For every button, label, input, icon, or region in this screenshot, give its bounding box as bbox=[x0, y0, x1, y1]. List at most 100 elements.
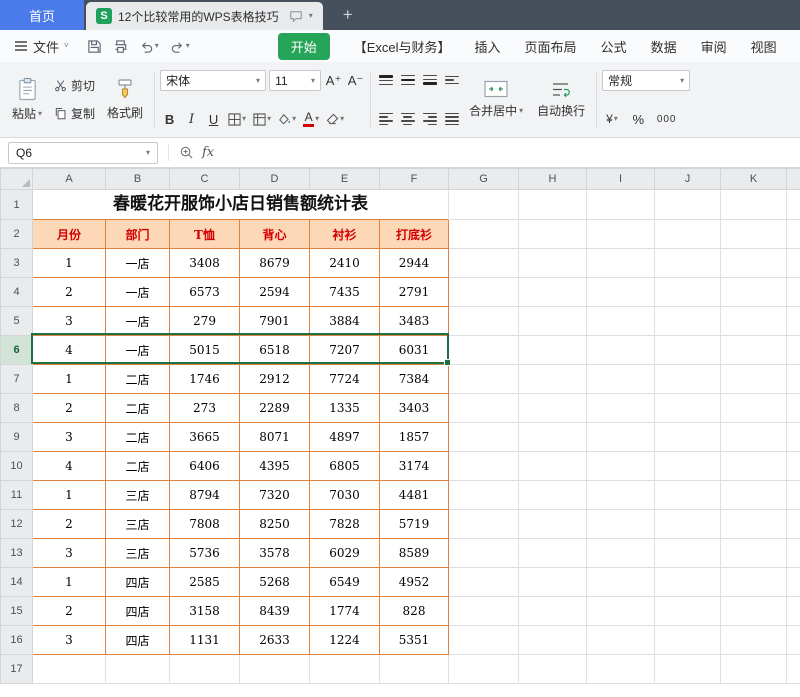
cell[interactable] bbox=[721, 423, 787, 452]
row-header[interactable]: 13 bbox=[1, 539, 33, 568]
save-button[interactable] bbox=[87, 39, 102, 54]
row-header[interactable]: 11 bbox=[1, 481, 33, 510]
cell[interactable]: 273 bbox=[170, 394, 240, 423]
cell[interactable] bbox=[787, 452, 800, 481]
cell[interactable] bbox=[655, 190, 721, 220]
cell[interactable]: 3158 bbox=[170, 597, 240, 626]
cell[interactable]: 2585 bbox=[170, 568, 240, 597]
cell[interactable] bbox=[519, 394, 587, 423]
cell[interactable] bbox=[787, 394, 800, 423]
cell[interactable]: 2633 bbox=[240, 626, 310, 655]
tab-home[interactable]: 开始 bbox=[278, 33, 330, 60]
cell[interactable]: 3483 bbox=[380, 307, 449, 336]
column-header[interactable] bbox=[787, 169, 800, 190]
cell[interactable]: 4 bbox=[33, 452, 106, 481]
cell[interactable] bbox=[519, 655, 587, 684]
cell[interactable]: 6518 bbox=[240, 336, 310, 365]
file-menu[interactable]: 文件 ˅ bbox=[10, 37, 73, 56]
cell[interactable]: 1774 bbox=[310, 597, 380, 626]
cell[interactable] bbox=[587, 510, 655, 539]
cell[interactable]: 7828 bbox=[310, 510, 380, 539]
table-header-cell[interactable]: 衬衫 bbox=[310, 220, 380, 249]
percent-button[interactable]: % bbox=[629, 109, 648, 129]
orientation-icon[interactable] bbox=[442, 70, 461, 90]
cell[interactable] bbox=[655, 597, 721, 626]
cell[interactable]: 1131 bbox=[170, 626, 240, 655]
cell[interactable]: 5719 bbox=[380, 510, 449, 539]
merge-center-button[interactable]: 合并居中▾ bbox=[463, 78, 529, 121]
cell[interactable]: 6805 bbox=[310, 452, 380, 481]
align-center-icon[interactable] bbox=[398, 109, 417, 129]
cell[interactable]: 8071 bbox=[240, 423, 310, 452]
cell[interactable] bbox=[449, 539, 519, 568]
row-header[interactable]: 7 bbox=[1, 365, 33, 394]
table-header-cell[interactable]: 打底衫 bbox=[380, 220, 449, 249]
align-top-icon[interactable] bbox=[376, 70, 395, 90]
comment-bubble-icon[interactable] bbox=[289, 10, 303, 23]
cell[interactable]: 5351 bbox=[380, 626, 449, 655]
column-header[interactable]: I bbox=[587, 169, 655, 190]
cell[interactable]: 一店 bbox=[106, 278, 170, 307]
cell[interactable]: 5268 bbox=[240, 568, 310, 597]
cell[interactable]: 2594 bbox=[240, 278, 310, 307]
cell[interactable]: 7724 bbox=[310, 365, 380, 394]
borders-button[interactable]: ▾ bbox=[226, 113, 248, 126]
cell[interactable] bbox=[587, 365, 655, 394]
cell[interactable]: 8589 bbox=[380, 539, 449, 568]
cell[interactable] bbox=[655, 365, 721, 394]
formula-input[interactable] bbox=[214, 138, 792, 167]
cell[interactable] bbox=[655, 307, 721, 336]
cell[interactable]: 6406 bbox=[170, 452, 240, 481]
cell[interactable] bbox=[655, 510, 721, 539]
cell[interactable] bbox=[787, 220, 800, 249]
cell[interactable]: 5736 bbox=[170, 539, 240, 568]
row-header[interactable]: 2 bbox=[1, 220, 33, 249]
cell[interactable] bbox=[449, 190, 519, 220]
font-name-select[interactable]: 宋体 ▾ bbox=[160, 70, 266, 91]
cell[interactable]: 4897 bbox=[310, 423, 380, 452]
copy-button[interactable]: 复制 bbox=[50, 104, 99, 123]
cell[interactable] bbox=[787, 510, 800, 539]
cell[interactable] bbox=[587, 220, 655, 249]
undo-button[interactable]: ▾ bbox=[139, 39, 159, 54]
cell[interactable]: 7384 bbox=[380, 365, 449, 394]
cell[interactable] bbox=[449, 423, 519, 452]
cell[interactable]: 7435 bbox=[310, 278, 380, 307]
cell[interactable] bbox=[721, 249, 787, 278]
cell[interactable]: 一店 bbox=[106, 307, 170, 336]
cell[interactable] bbox=[519, 190, 587, 220]
cell[interactable] bbox=[587, 597, 655, 626]
table-header-cell[interactable]: T恤 bbox=[170, 220, 240, 249]
cell[interactable] bbox=[519, 510, 587, 539]
column-header[interactable]: H bbox=[519, 169, 587, 190]
cell[interactable]: 二店 bbox=[106, 365, 170, 394]
cell[interactable] bbox=[655, 249, 721, 278]
cell[interactable] bbox=[519, 336, 587, 365]
row-header[interactable]: 8 bbox=[1, 394, 33, 423]
cell[interactable]: 1 bbox=[33, 249, 106, 278]
cell[interactable]: 8250 bbox=[240, 510, 310, 539]
cell[interactable]: 2 bbox=[33, 394, 106, 423]
row-header[interactable]: 17 bbox=[1, 655, 33, 684]
cell[interactable] bbox=[787, 481, 800, 510]
cell[interactable] bbox=[449, 394, 519, 423]
cell[interactable] bbox=[787, 597, 800, 626]
cell[interactable]: 2 bbox=[33, 510, 106, 539]
select-all-corner[interactable] bbox=[1, 169, 33, 190]
font-size-select[interactable]: 11 ▾ bbox=[269, 70, 321, 91]
cell[interactable] bbox=[655, 568, 721, 597]
cell[interactable]: 4395 bbox=[240, 452, 310, 481]
cell[interactable]: 2791 bbox=[380, 278, 449, 307]
cell[interactable] bbox=[787, 336, 800, 365]
tab-review[interactable]: 审阅 bbox=[701, 37, 727, 56]
justify-icon[interactable] bbox=[442, 109, 461, 129]
cell[interactable] bbox=[587, 655, 655, 684]
cell[interactable] bbox=[655, 278, 721, 307]
cell[interactable]: 二店 bbox=[106, 394, 170, 423]
cell[interactable] bbox=[240, 655, 310, 684]
cell[interactable] bbox=[519, 597, 587, 626]
row-header[interactable]: 15 bbox=[1, 597, 33, 626]
cell[interactable] bbox=[787, 365, 800, 394]
cell[interactable]: 6029 bbox=[310, 539, 380, 568]
cell[interactable]: 1746 bbox=[170, 365, 240, 394]
